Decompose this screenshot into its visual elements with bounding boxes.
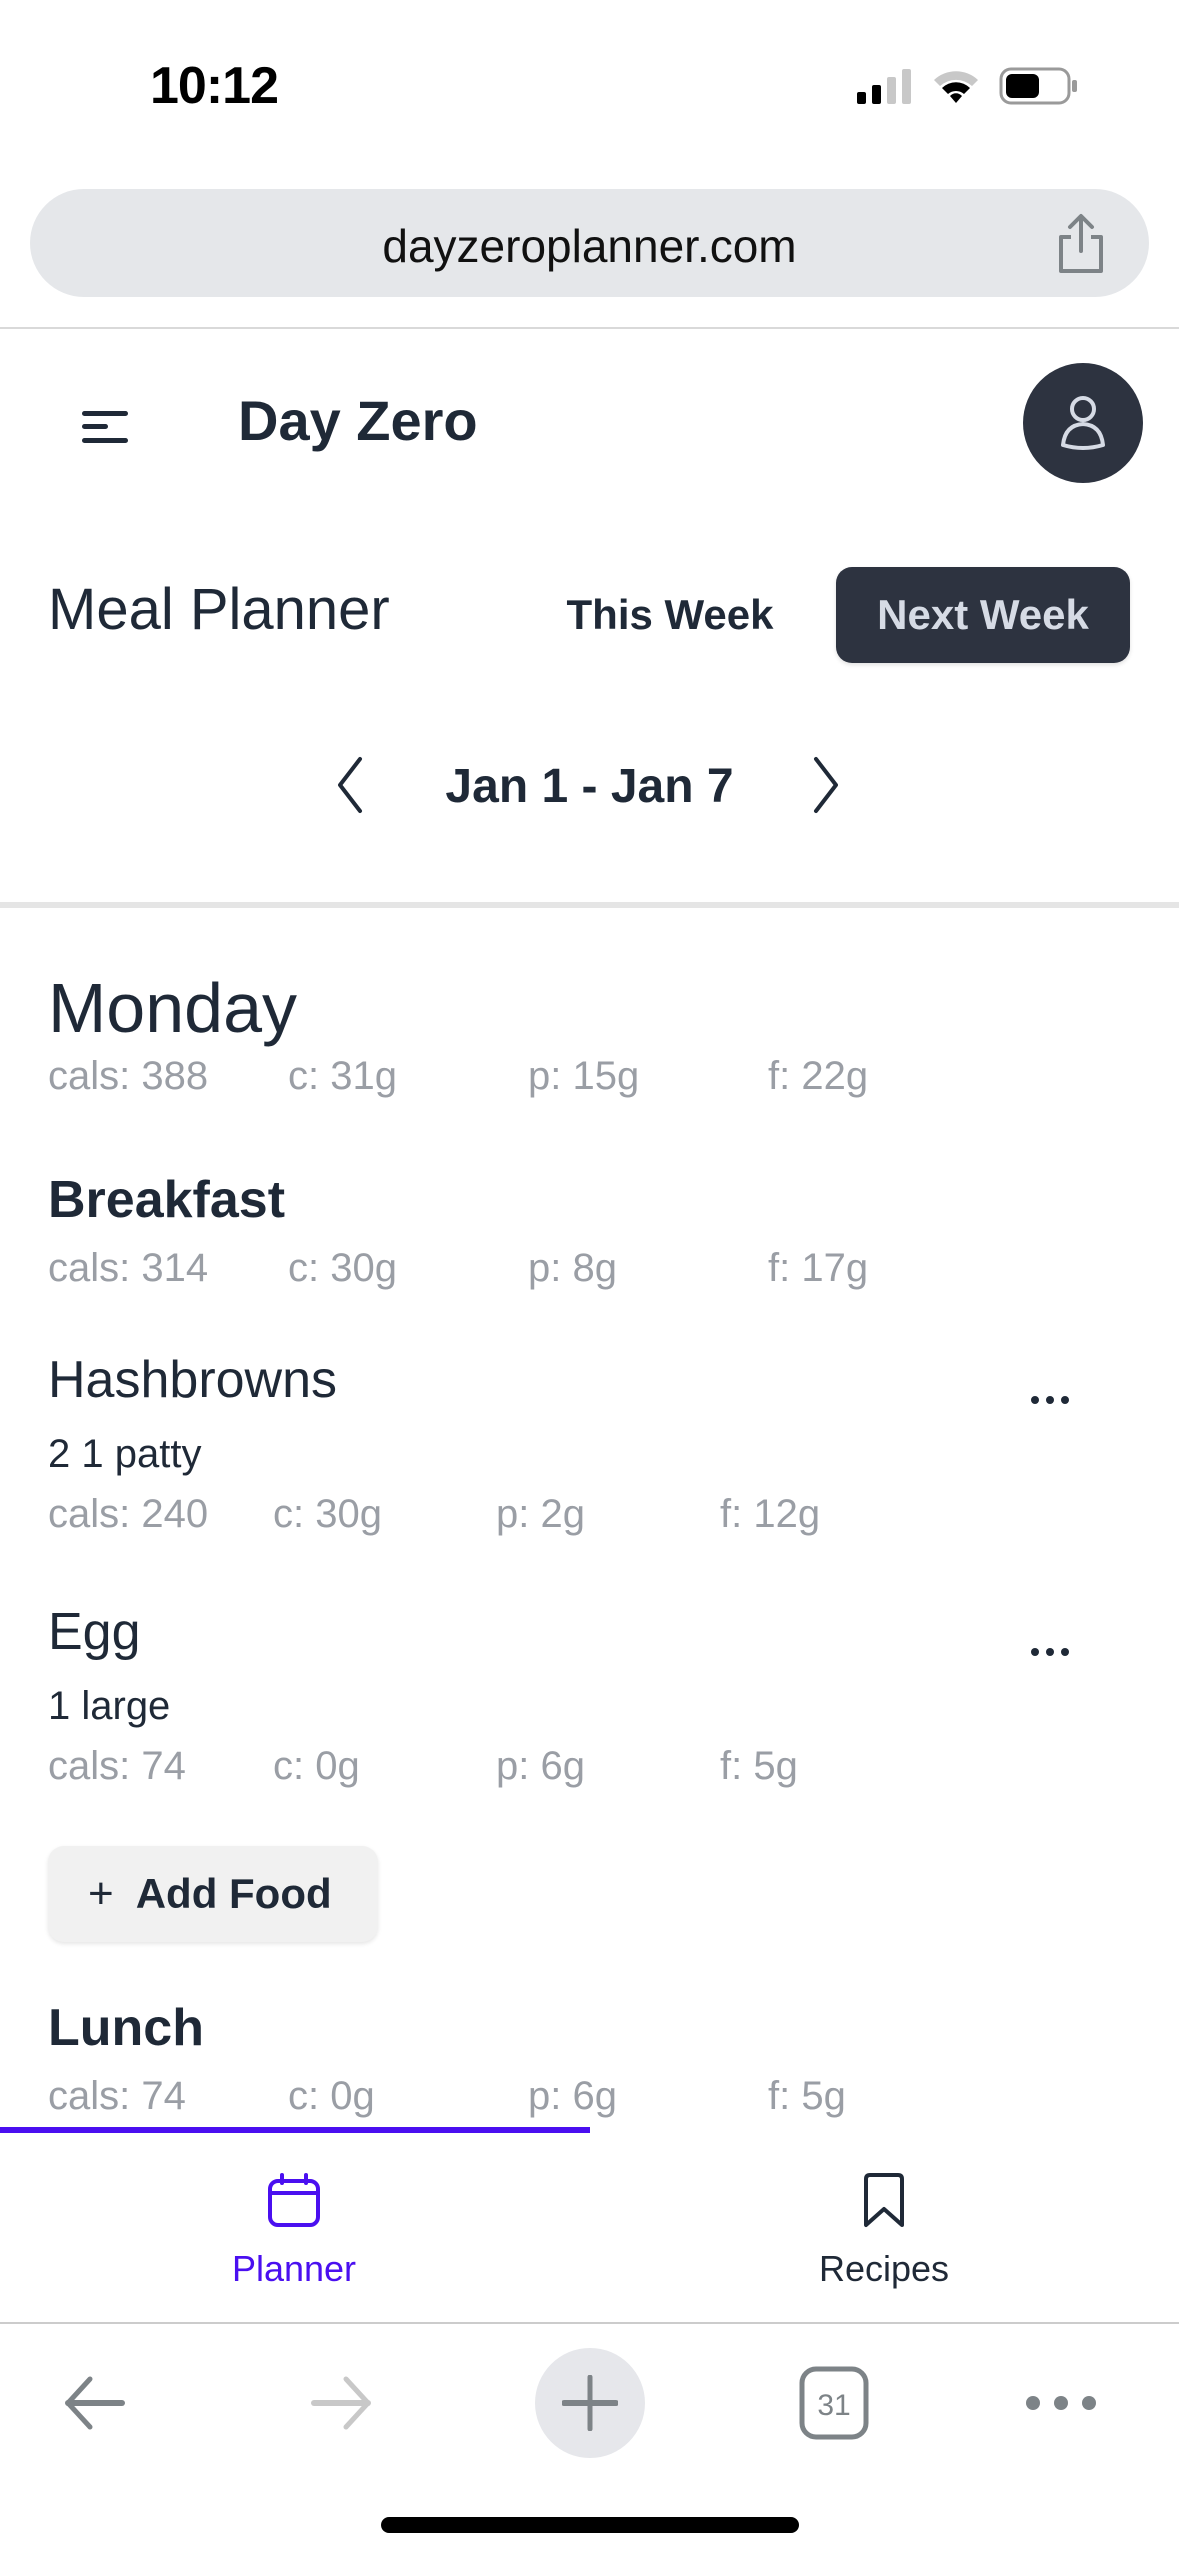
dot [1031,1648,1039,1656]
address-bar[interactable]: dayzeroplanner.com [30,189,1149,297]
macro-cals: cals: 314 [48,1246,209,1290]
food-name[interactable]: Egg [48,1602,141,1662]
arrow-left-icon [65,2376,125,2430]
macro-protein: p: 8g [528,1246,617,1290]
share-icon[interactable] [1053,213,1109,275]
macro-carbs: c: 30g [273,1492,382,1536]
url-text[interactable]: dayzeroplanner.com [30,219,1149,273]
macro-cals: cals: 388 [48,1054,209,1098]
food-options-button[interactable] [1020,1380,1080,1420]
macro-protein: p: 6g [528,2074,617,2118]
home-indicator[interactable] [381,2517,799,2533]
status-time: 10:12 [150,57,279,115]
macro-protein: p: 15g [528,1054,640,1098]
macro-carbs: c: 30g [288,1246,397,1290]
add-food-label: Add Food [135,1870,332,1917]
arrow-right-icon [311,2376,371,2430]
nav-item-recipes[interactable]: Recipes [734,2173,1034,2290]
day-title: Monday [48,969,298,1047]
battery-icon [999,67,1077,105]
food-name[interactable]: Hashbrowns [48,1350,337,1410]
menu-icon [82,411,128,443]
nav-label: Planner [231,2248,357,2289]
page-title: Meal Planner [48,577,390,642]
macro-fat: f: 12g [720,1492,821,1536]
food-options-button[interactable] [1020,1632,1080,1672]
add-food-button[interactable]: + Add Food [48,1846,378,1942]
more-button[interactable] [1006,2348,1116,2458]
macro-fat: f: 5g [720,1744,798,1788]
next-week-button[interactable]: Next Week [836,567,1130,663]
macro-cals: cals: 74 [48,2074,186,2118]
wifi-icon [934,71,978,103]
nav-item-planner[interactable]: Planner [144,2173,444,2290]
menu-button[interactable] [80,402,130,448]
user-icon [1061,396,1105,450]
macro-fat: f: 17g [768,1246,869,1290]
tabs-button[interactable]: 31 [779,2348,889,2458]
macro-carbs: c: 0g [288,2074,375,2118]
macro-fat: f: 5g [768,2074,846,2118]
dot [1046,1396,1054,1404]
nav-label: Recipes [818,2248,950,2289]
meal-title: Lunch [48,1999,204,2057]
tab-count: 31 [817,2389,850,2422]
cellular-signal-icon [857,69,911,104]
profile-button[interactable] [1023,363,1143,483]
macro-fat: f: 22g [768,1054,869,1098]
ellipsis-icon [1026,2396,1096,2410]
dot [1046,1648,1054,1656]
planner-content[interactable]: Monday cals: 388 c: 31g p: 15g f: 22g Br… [0,908,1179,2130]
macro-protein: p: 6g [496,1744,585,1788]
divider [0,327,1179,329]
back-button[interactable] [40,2348,150,2458]
status-icons [855,66,1079,106]
plus-icon: + [88,1869,114,1918]
forward-button[interactable] [286,2348,396,2458]
dot [1031,1396,1039,1404]
plus-icon [562,2375,618,2431]
this-week-button[interactable]: This Week [540,567,800,663]
meal-title: Breakfast [48,1171,286,1229]
dot [1061,1396,1069,1404]
tabs-icon: 31 [799,2366,869,2440]
macro-protein: p: 2g [496,1492,585,1536]
new-tab-button[interactable] [535,2348,645,2458]
food-quantity: 2 1 patty [48,1432,202,1476]
status-bar: 10:12 [0,0,1179,170]
food-quantity: 1 large [48,1684,171,1728]
macro-carbs: c: 31g [288,1054,397,1098]
macro-cals: cals: 74 [48,1744,186,1788]
macro-carbs: c: 0g [273,1744,360,1788]
bookmark-icon [864,2173,904,2227]
week-range: Jan 1 - Jan 7 [445,760,734,813]
macro-cals: cals: 240 [48,1492,209,1536]
app-title: Day Zero [238,389,478,452]
calendar-icon [268,2173,320,2227]
week-navigator: Jan 1 - Jan 7 [0,745,1179,825]
bottom-nav: Planner Recipes [0,2133,1179,2323]
chevron-right-icon[interactable] [806,755,846,815]
dot [1061,1648,1069,1656]
